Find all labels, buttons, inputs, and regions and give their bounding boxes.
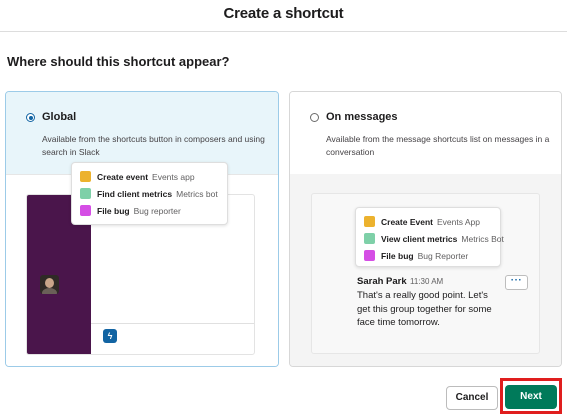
global-shortcuts-menu: Create event Events app Find client metr… [71, 162, 228, 225]
color-swatch [364, 250, 375, 261]
menu-item-app: Events app [152, 171, 195, 182]
menu-item: File bug Bug Reporter [356, 247, 500, 264]
radio-global[interactable] [26, 113, 35, 122]
menu-item-name: Create event [97, 171, 149, 182]
avatar [40, 275, 59, 294]
option-messages-header: On messages Available from the message s… [290, 92, 561, 174]
lightning-bolt-icon: ϟ [103, 329, 117, 343]
option-messages-description: Available from the message shortcuts lis… [326, 134, 550, 157]
menu-item-app: Events App [436, 216, 480, 227]
menu-item: View client metrics Metrics Bot [356, 230, 504, 247]
color-swatch [80, 188, 91, 199]
color-swatch [364, 233, 375, 244]
option-messages-preview-area [290, 174, 561, 366]
radio-messages[interactable] [310, 113, 319, 122]
menu-item-app: Metrics Bot [461, 233, 504, 244]
message-shortcuts-menu: Create Event Events App View client metr… [355, 207, 504, 267]
next-button[interactable]: Next [505, 385, 557, 409]
message-author: Sarah Park [357, 276, 407, 287]
menu-item-app: Bug reporter [133, 205, 181, 216]
option-messages-label: On messages [326, 111, 398, 123]
composer-divider [91, 323, 254, 324]
color-swatch [80, 171, 91, 182]
question-heading: Where should this shortcut appear? [7, 54, 230, 69]
menu-item: Create event Events app [72, 168, 227, 185]
color-swatch [80, 205, 91, 216]
menu-item-name: File bug [97, 205, 130, 216]
option-global-label: Global [42, 111, 77, 123]
message-timestamp: 11:30 AM [410, 277, 444, 286]
menu-item-name: File bug [381, 250, 414, 261]
option-card-global[interactable]: Global Available from the shortcuts butt… [5, 91, 279, 367]
dialog-title: Create a shortcut [223, 5, 344, 22]
menu-item-name: Create Event [381, 216, 433, 227]
menu-item: Create Event Events App [356, 213, 500, 230]
menu-item-name: View client metrics [381, 233, 458, 244]
cancel-button[interactable]: Cancel [446, 386, 498, 410]
menu-item-name: Find client metrics [97, 188, 173, 199]
ellipsis-icon: ··· [505, 275, 528, 290]
menu-item-app: Metrics bot [176, 188, 218, 199]
menu-item: Find client metrics Metrics bot [72, 185, 227, 202]
option-global-description: Available from the shortcuts button in c… [42, 134, 265, 157]
menu-item: File bug Bug reporter [72, 202, 227, 219]
menu-item-app: Bug Reporter [417, 250, 469, 261]
message-text: That's a really good point. Let's get th… [357, 290, 492, 328]
color-swatch [364, 216, 375, 227]
title-divider [0, 31, 567, 32]
